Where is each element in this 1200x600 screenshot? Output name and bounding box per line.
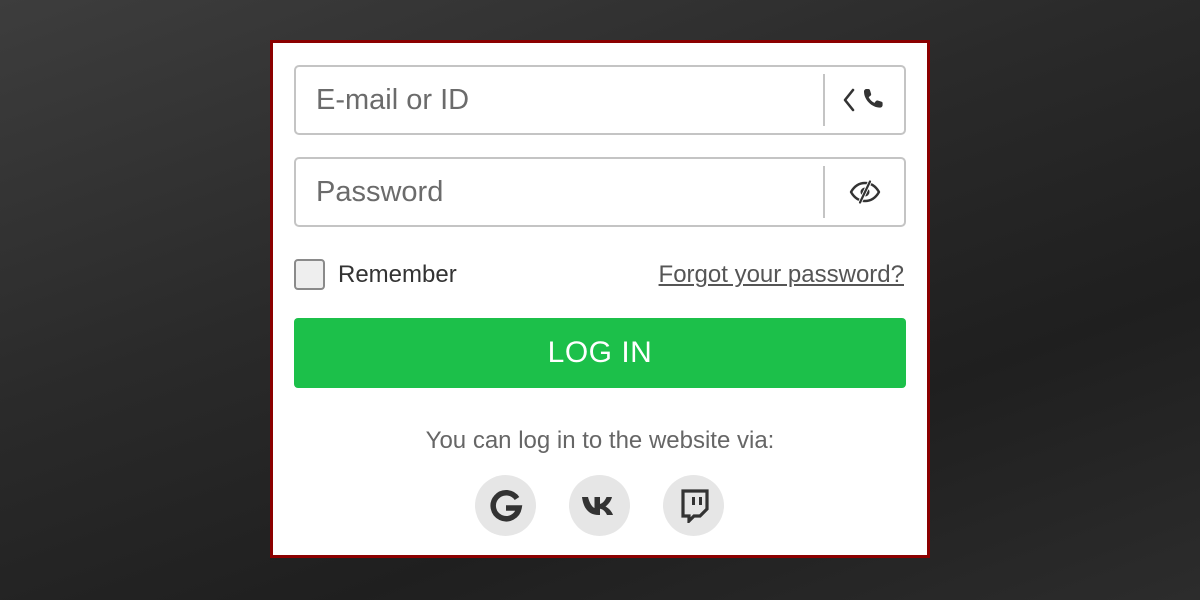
forgot-password-link[interactable]: Forgot your password? (659, 261, 904, 289)
login-button[interactable]: LOG IN (294, 318, 906, 388)
login-panel: Remember Forgot your password? LOG IN Yo… (270, 40, 930, 558)
remember-row: Remember (294, 259, 457, 290)
social-login-row (475, 475, 724, 536)
google-login-button[interactable] (475, 475, 536, 536)
remember-checkbox[interactable] (294, 259, 325, 290)
vk-login-button[interactable] (569, 475, 630, 536)
social-login-text: You can log in to the website via: (425, 427, 775, 454)
password-input[interactable] (296, 159, 816, 225)
chevron-phone-icon (843, 88, 883, 112)
eye-slash-icon (849, 180, 880, 204)
password-field (294, 157, 906, 227)
email-field (294, 65, 906, 135)
switch-to-phone-button[interactable] (825, 67, 904, 133)
twitch-icon (680, 488, 709, 523)
email-input[interactable] (296, 67, 816, 133)
twitch-login-button[interactable] (663, 475, 724, 536)
google-icon (489, 489, 522, 521)
remember-label[interactable]: Remember (338, 261, 457, 289)
vk-icon (581, 496, 613, 515)
toggle-password-visibility-button[interactable] (825, 159, 904, 225)
